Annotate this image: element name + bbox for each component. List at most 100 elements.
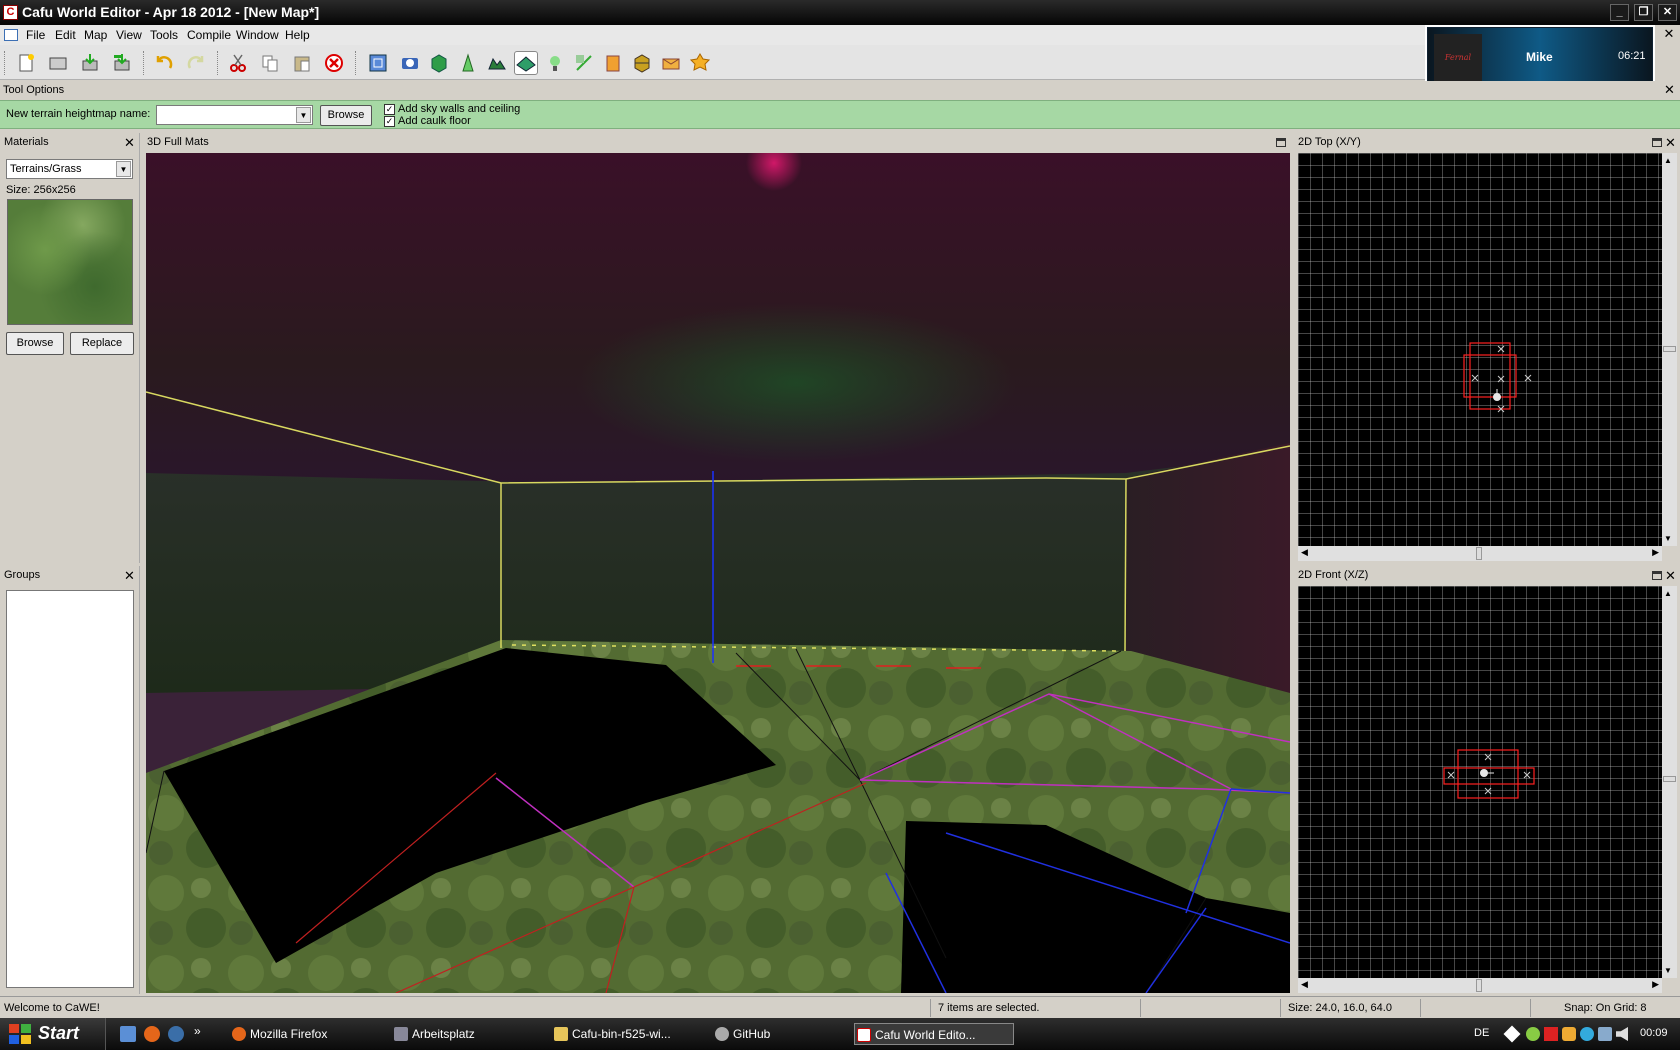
edit-terrain-icon[interactable] <box>514 51 538 75</box>
edit-faces-icon[interactable] <box>601 51 625 75</box>
chevron-down-icon[interactable]: ▼ <box>116 161 131 177</box>
material-browse-button[interactable]: Browse <box>6 332 64 355</box>
menu-file[interactable]: File <box>26 28 45 42</box>
close-icon[interactable]: ✕ <box>124 136 135 149</box>
menu-view[interactable]: View <box>116 28 142 42</box>
undo-icon[interactable] <box>152 51 176 75</box>
view-front-title: 2D Front (X/Z) <box>1298 569 1369 581</box>
heightmap-label: New terrain heightmap name: <box>6 108 151 120</box>
tool-options-title: Tool Options <box>3 84 65 96</box>
materials-panel: Materials ✕ Terrains/Grass ▼ Size: 256x2… <box>0 133 140 563</box>
view-front-hscroll[interactable]: ◀ ▶ <box>1298 978 1662 993</box>
view-top-title: 2D Top (X/Y) <box>1298 136 1361 148</box>
new-bezier-patch-icon[interactable] <box>456 51 480 75</box>
materials-title: Materials <box>4 136 49 148</box>
redo-icon[interactable] <box>184 51 208 75</box>
heightmap-browse-button[interactable]: Browse <box>320 105 372 126</box>
copy-icon[interactable] <box>258 51 282 75</box>
view3d-title: 3D Full Mats <box>147 136 209 148</box>
diamond-tray-icon[interactable] <box>1503 1025 1521 1043</box>
new-entity-icon[interactable] <box>543 51 567 75</box>
view-front-vscroll[interactable]: ▲ ▼ <box>1662 586 1677 978</box>
sky-walls-checkbox[interactable]: ✓ <box>384 104 395 115</box>
viewport-3d[interactable] <box>146 153 1290 993</box>
document-icon[interactable] <box>4 29 18 41</box>
new-brush-icon[interactable] <box>427 51 451 75</box>
new-file-icon[interactable] <box>14 51 38 75</box>
viewport-2d-front[interactable] <box>1298 586 1662 978</box>
menu-compile[interactable]: Compile <box>187 28 231 42</box>
title-bar: C Cafu World Editor - Apr 18 2012 - [New… <box>0 0 1680 25</box>
edit-texture-icon[interactable] <box>688 51 712 75</box>
clip-brushes-icon[interactable] <box>630 51 654 75</box>
camera-tool-icon[interactable] <box>398 51 422 75</box>
cut-icon[interactable] <box>226 51 250 75</box>
close-icon[interactable]: ✕ <box>1665 136 1676 149</box>
antivirus-icon[interactable] <box>1544 1027 1558 1041</box>
task-cafu-folder[interactable]: Cafu-bin-r525-wi... <box>552 1023 702 1045</box>
save-as-icon[interactable] <box>110 51 134 75</box>
taskbar: Start » Mozilla Firefox Arbeitsplatz Caf… <box>0 1018 1680 1050</box>
caulk-floor-checkbox[interactable]: ✓ <box>384 116 395 127</box>
maximize-icon[interactable] <box>1652 138 1662 147</box>
open-icon[interactable] <box>46 51 70 75</box>
show-desktop-icon[interactable] <box>120 1026 136 1042</box>
delete-icon[interactable] <box>322 51 346 75</box>
menu-window[interactable]: Window <box>236 28 279 42</box>
task-github[interactable]: GitHub <box>713 1023 863 1045</box>
close-icon[interactable]: ✕ <box>1664 83 1675 96</box>
groups-title: Groups <box>4 569 41 581</box>
material-select-value: Terrains/Grass <box>10 163 82 175</box>
task-arbeitsplatz[interactable]: Arbeitsplatz <box>392 1023 542 1045</box>
volume-icon[interactable] <box>1616 1027 1628 1041</box>
task-cafu-world-editor[interactable]: Cafu World Edito... <box>854 1023 1014 1045</box>
sky-walls-label: Add sky walls and ceiling <box>398 103 521 115</box>
network-icon[interactable] <box>1580 1027 1594 1041</box>
status-bar: Welcome to CaWE! 7 items are selected. S… <box>0 996 1680 1018</box>
mdi-close-icon[interactable]: ✕ <box>1660 26 1678 44</box>
view-top-vscroll[interactable]: ▲ ▼ <box>1662 153 1677 546</box>
new-terrain-icon[interactable] <box>485 51 509 75</box>
menu-map[interactable]: Map <box>84 28 107 42</box>
notification-user: Mike <box>1526 50 1553 64</box>
menu-tools[interactable]: Tools <box>150 28 178 42</box>
save-icon[interactable] <box>78 51 102 75</box>
place-decal-icon[interactable] <box>659 51 683 75</box>
heightmap-combo[interactable]: ▼ <box>156 105 313 125</box>
paste-icon[interactable] <box>290 51 314 75</box>
chevron-down-icon[interactable]: ▼ <box>296 107 311 123</box>
minimize-button[interactable]: _ <box>1610 4 1629 21</box>
material-replace-button[interactable]: Replace <box>70 332 134 355</box>
close-icon[interactable]: ✕ <box>1665 569 1676 582</box>
start-label: Start <box>38 1023 80 1043</box>
maximize-button[interactable]: ❐ <box>1634 4 1653 21</box>
maximize-icon[interactable] <box>1652 571 1662 580</box>
media-player-icon[interactable] <box>168 1026 184 1042</box>
clock: 00:09 <box>1640 1027 1668 1039</box>
close-button[interactable]: ✕ <box>1658 4 1677 21</box>
task-firefox[interactable]: Mozilla Firefox <box>230 1023 380 1045</box>
material-select[interactable]: Terrains/Grass ▼ <box>6 159 133 179</box>
maximize-icon[interactable] <box>1276 138 1286 147</box>
edit-vertices-icon[interactable] <box>572 51 596 75</box>
app-icon: C <box>3 5 18 20</box>
viewport-2d-top[interactable] <box>1298 153 1662 546</box>
notification-popup[interactable]: Fernal Emergence Mike 06:21 <box>1425 25 1655 110</box>
language-indicator[interactable]: DE <box>1474 1027 1489 1039</box>
view-top-header: 2D Top (X/Y) ✕ <box>1296 133 1680 153</box>
tray-icon-orange[interactable] <box>1562 1027 1576 1041</box>
view-top-hscroll[interactable]: ◀ ▶ <box>1298 546 1662 561</box>
tool-options-header: Tool Options ✕ <box>0 81 1680 100</box>
tray-icon-green[interactable] <box>1526 1027 1540 1041</box>
view-front-header: 2D Front (X/Z) ✕ <box>1296 566 1680 586</box>
start-button[interactable]: Start <box>0 1018 106 1050</box>
tray-icon-blue[interactable] <box>1598 1027 1612 1041</box>
groups-list[interactable] <box>6 590 134 988</box>
chevron-right-icon[interactable]: » <box>194 1024 201 1038</box>
menu-edit[interactable]: Edit <box>55 28 76 42</box>
menu-help[interactable]: Help <box>285 28 310 42</box>
selection-tool-icon[interactable] <box>366 51 390 75</box>
firefox-quicklaunch-icon[interactable] <box>144 1026 160 1042</box>
groups-header: Groups ✕ <box>0 566 139 584</box>
close-icon[interactable]: ✕ <box>124 569 135 582</box>
